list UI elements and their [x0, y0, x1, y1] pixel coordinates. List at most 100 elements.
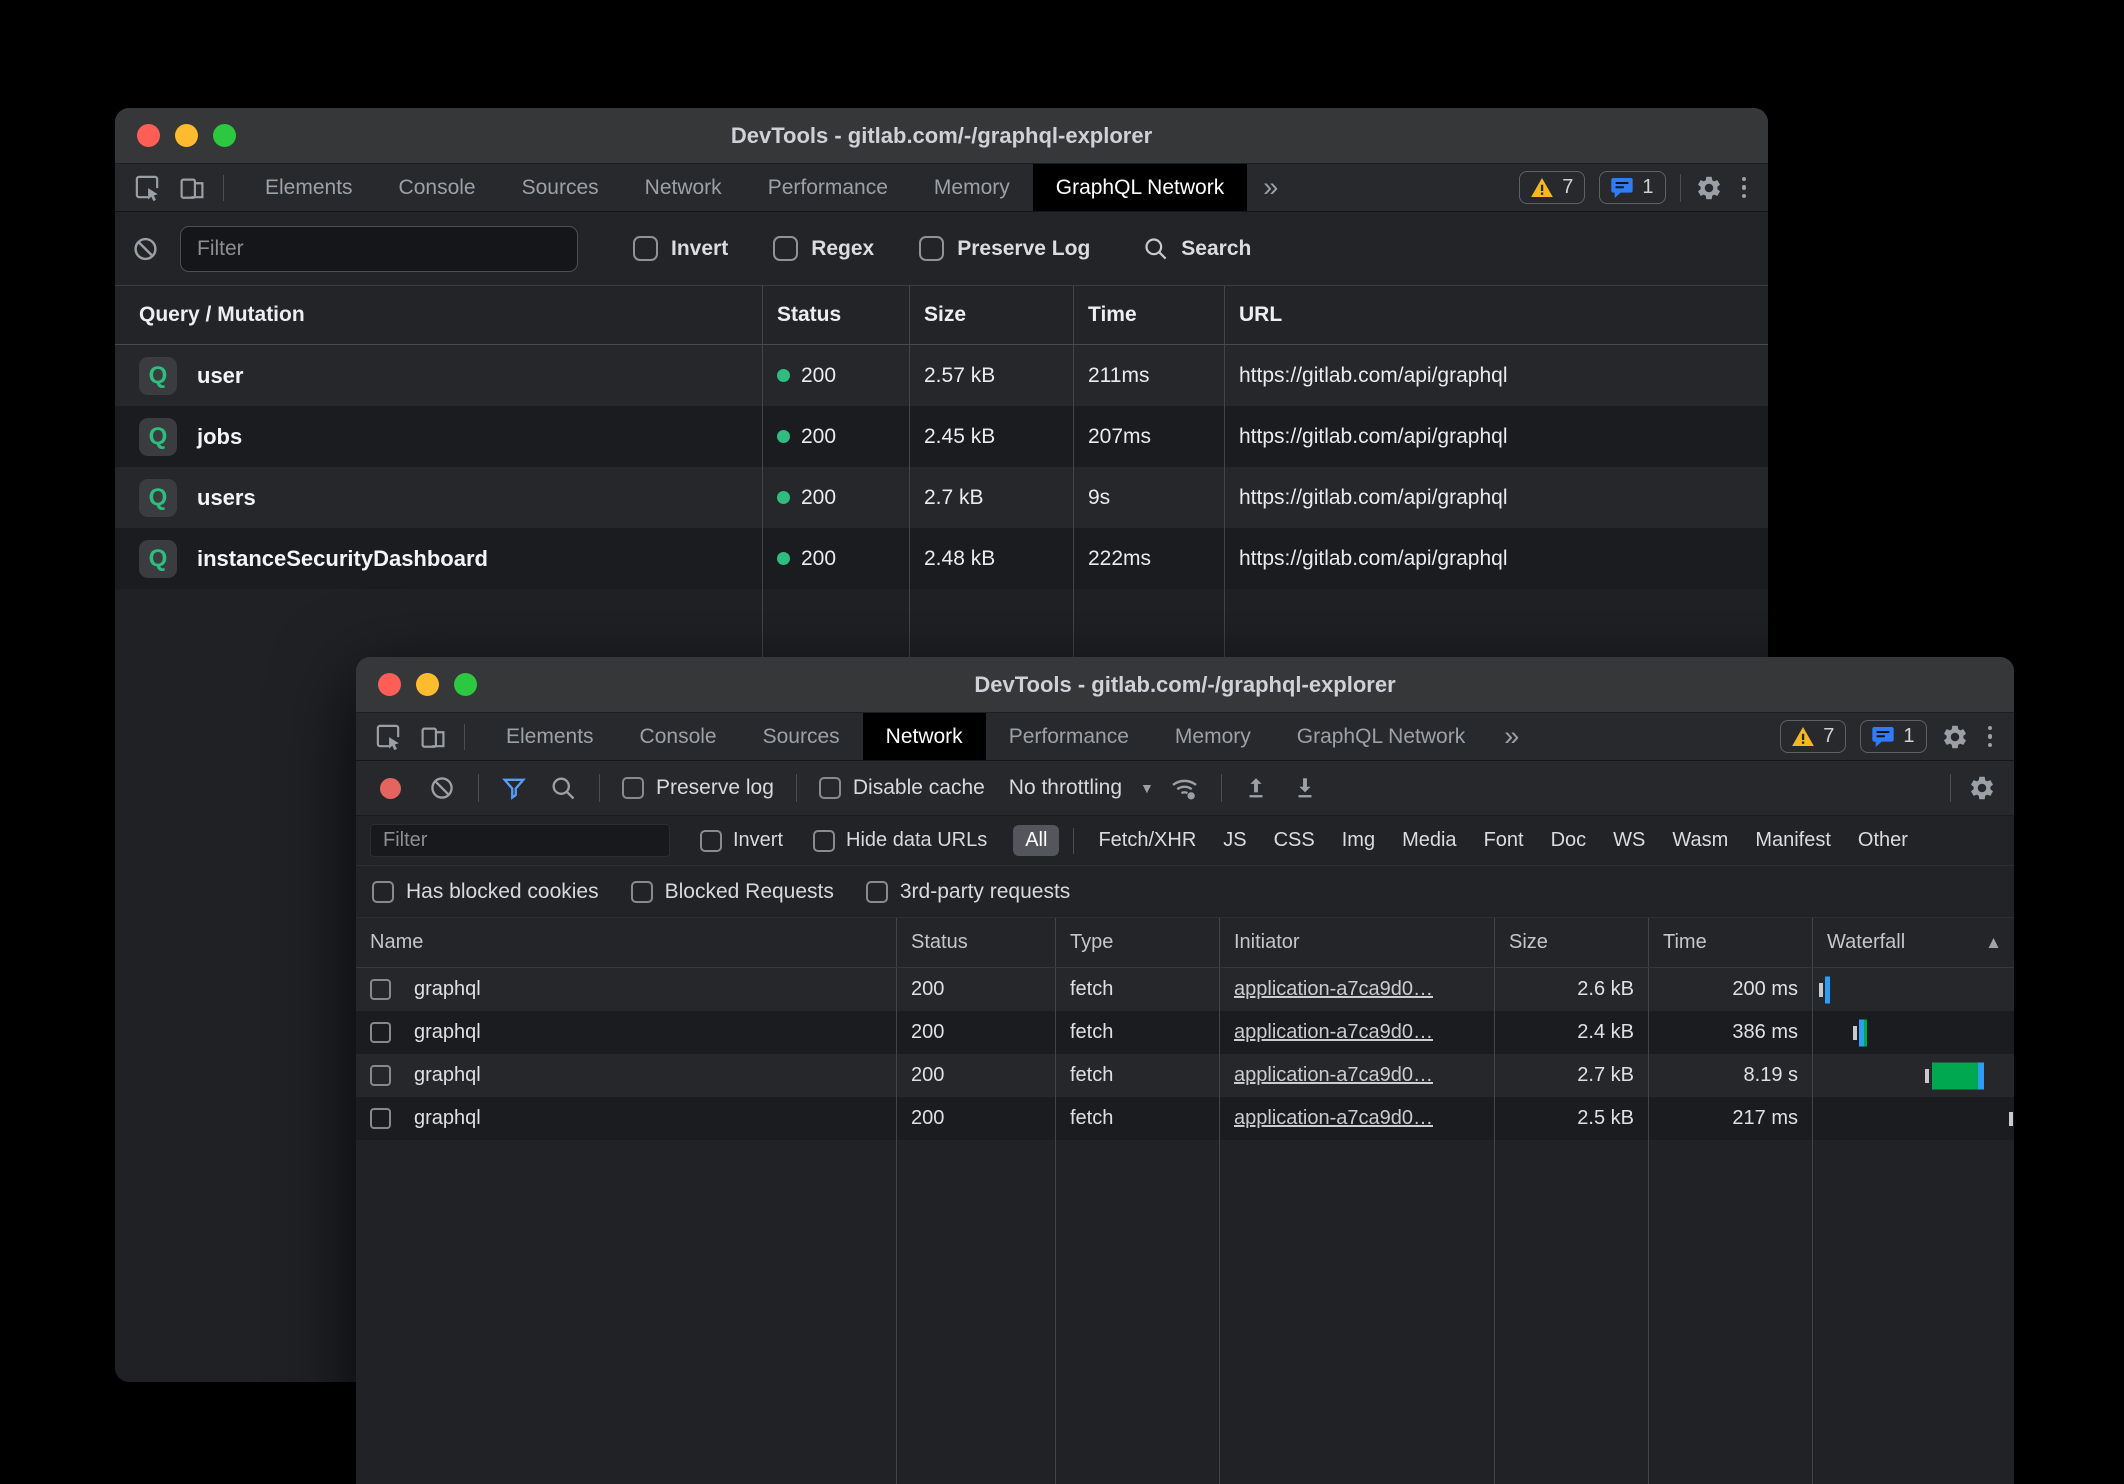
device-toolbar-icon[interactable]	[178, 173, 207, 202]
row-checkbox[interactable]	[370, 1065, 391, 1086]
warnings-badge[interactable]: 7	[1780, 720, 1846, 753]
request-name: graphql	[414, 1021, 481, 1044]
time-value: 211ms	[1073, 345, 1224, 406]
column-header-type[interactable]: Type	[1055, 918, 1219, 967]
column-header-status[interactable]: Status	[896, 918, 1055, 967]
table-row[interactable]: graphql 200 fetch application-a7ca9d0… 2…	[356, 1054, 2014, 1097]
tab-sources[interactable]: Sources	[499, 164, 622, 211]
hide-data-urls-checkbox[interactable]: Hide data URLs	[813, 829, 987, 852]
row-checkbox[interactable]	[370, 1108, 391, 1129]
table-row[interactable]: graphql 200 fetch application-a7ca9d0… 2…	[356, 1097, 2014, 1140]
tab-network[interactable]: Network	[863, 713, 986, 760]
titlebar[interactable]: DevTools - gitlab.com/-/graphql-explorer	[115, 108, 1768, 164]
type-filter-js[interactable]: JS	[1223, 829, 1246, 852]
initiator-link[interactable]: application-a7ca9d0…	[1234, 1107, 1433, 1130]
type-filter-img[interactable]: Img	[1342, 829, 1375, 852]
type-filter-all[interactable]: All	[1013, 825, 1059, 856]
column-header-waterfall[interactable]: Waterfall ▲	[1812, 918, 2014, 967]
column-header-size[interactable]: Size	[1494, 918, 1648, 967]
regex-checkbox[interactable]: Regex	[773, 236, 874, 261]
column-header-query-mutation[interactable]: Query / Mutation	[115, 286, 762, 344]
table-row[interactable]: Qusers 200 2.7 kB 9s https://gitlab.com/…	[115, 467, 1768, 528]
tab-console[interactable]: Console	[617, 713, 740, 760]
import-har-icon[interactable]	[1242, 774, 1271, 803]
table-row[interactable]: Quser 200 2.57 kB 211ms https://gitlab.c…	[115, 345, 1768, 406]
inspect-element-icon[interactable]	[374, 722, 403, 751]
filter-funnel-icon[interactable]	[499, 774, 528, 803]
tab-performance[interactable]: Performance	[745, 164, 911, 211]
tab-console[interactable]: Console	[376, 164, 499, 211]
type-filter-font[interactable]: Font	[1484, 829, 1524, 852]
request-options-bar: Has blocked cookies Blocked Requests 3rd…	[356, 866, 2014, 918]
type-filter-ws[interactable]: WS	[1613, 829, 1645, 852]
initiator-link[interactable]: application-a7ca9d0…	[1234, 1021, 1433, 1044]
column-header-status[interactable]: Status	[762, 286, 909, 344]
issues-badge[interactable]: 1	[1599, 171, 1665, 204]
settings-gear-icon[interactable]	[1941, 722, 1970, 751]
network-toolbar: Preserve log Disable cache No throttling…	[356, 761, 2014, 816]
column-header-time[interactable]: Time	[1648, 918, 1812, 967]
type-filter-media[interactable]: Media	[1402, 829, 1456, 852]
more-options-icon[interactable]	[1984, 726, 1997, 748]
throttling-dropdown[interactable]: No throttling ▼	[1009, 776, 1154, 800]
tab-sources[interactable]: Sources	[740, 713, 863, 760]
more-tabs-icon[interactable]: »	[1488, 713, 1535, 760]
more-options-icon[interactable]	[1738, 177, 1751, 199]
blocked-requests-checkbox[interactable]: Blocked Requests	[631, 880, 834, 904]
network-settings-gear-icon[interactable]	[1967, 774, 1996, 803]
initiator-link[interactable]: application-a7ca9d0…	[1234, 1064, 1433, 1087]
type-filter-other[interactable]: Other	[1858, 829, 1908, 852]
search-icon[interactable]	[548, 774, 577, 803]
checkbox	[631, 881, 653, 903]
type-filter-manifest[interactable]: Manifest	[1755, 829, 1831, 852]
export-har-icon[interactable]	[1291, 774, 1320, 803]
filter-input[interactable]	[370, 824, 670, 857]
invert-checkbox[interactable]: Invert	[700, 829, 783, 852]
column-header-size[interactable]: Size	[909, 286, 1073, 344]
column-header-name[interactable]: Name	[356, 918, 896, 967]
device-toolbar-icon[interactable]	[419, 722, 448, 751]
column-header-initiator[interactable]: Initiator	[1219, 918, 1494, 967]
preserve-log-checkbox[interactable]: Preserve Log	[919, 236, 1090, 261]
settings-gear-icon[interactable]	[1695, 173, 1724, 202]
table-row[interactable]: QinstanceSecurityDashboard 200 2.48 kB 2…	[115, 528, 1768, 589]
table-row[interactable]: graphql 200 fetch application-a7ca9d0… 2…	[356, 968, 2014, 1011]
more-tabs-icon[interactable]: »	[1247, 164, 1294, 211]
initiator-link[interactable]: application-a7ca9d0…	[1234, 978, 1433, 1001]
tab-memory[interactable]: Memory	[911, 164, 1033, 211]
type-filter-wasm[interactable]: Wasm	[1672, 829, 1728, 852]
network-conditions-icon[interactable]	[1170, 774, 1199, 803]
tab-network[interactable]: Network	[622, 164, 745, 211]
column-header-time[interactable]: Time	[1073, 286, 1224, 344]
table-row[interactable]: graphql 200 fetch application-a7ca9d0… 2…	[356, 1011, 2014, 1054]
search-button[interactable]: Search	[1142, 235, 1251, 262]
invert-checkbox[interactable]: Invert	[633, 236, 728, 261]
filter-input[interactable]	[180, 226, 578, 272]
network-table-header: Name Status Type Initiator Size Time Wat…	[356, 918, 2014, 968]
warnings-badge[interactable]: 7	[1519, 171, 1585, 204]
clear-icon[interactable]	[427, 774, 456, 803]
third-party-requests-checkbox[interactable]: 3rd-party requests	[866, 880, 1070, 904]
tab-elements[interactable]: Elements	[483, 713, 617, 760]
tab-memory[interactable]: Memory	[1152, 713, 1274, 760]
has-blocked-cookies-checkbox[interactable]: Has blocked cookies	[372, 880, 599, 904]
disable-cache-checkbox[interactable]: Disable cache	[819, 776, 985, 800]
row-checkbox[interactable]	[370, 1022, 391, 1043]
record-button[interactable]	[380, 778, 401, 799]
preserve-log-checkbox[interactable]: Preserve log	[622, 776, 774, 800]
clear-icon[interactable]	[131, 234, 160, 263]
type-filter-doc[interactable]: Doc	[1551, 829, 1587, 852]
issues-badge[interactable]: 1	[1860, 720, 1926, 753]
tab-elements[interactable]: Elements	[242, 164, 376, 211]
tab-graphql-network[interactable]: GraphQL Network	[1033, 164, 1247, 211]
type-filter-fetch-xhr[interactable]: Fetch/XHR	[1098, 829, 1196, 852]
inspect-element-icon[interactable]	[133, 173, 162, 202]
row-checkbox[interactable]	[370, 979, 391, 1000]
tab-graphql-network[interactable]: GraphQL Network	[1274, 713, 1488, 760]
column-header-url[interactable]: URL	[1224, 286, 1768, 344]
table-row[interactable]: Qjobs 200 2.45 kB 207ms https://gitlab.c…	[115, 406, 1768, 467]
waterfall-bars	[1812, 1097, 2014, 1140]
titlebar[interactable]: DevTools - gitlab.com/-/graphql-explorer	[356, 657, 2014, 713]
type-filter-css[interactable]: CSS	[1274, 829, 1315, 852]
tab-performance[interactable]: Performance	[986, 713, 1152, 760]
